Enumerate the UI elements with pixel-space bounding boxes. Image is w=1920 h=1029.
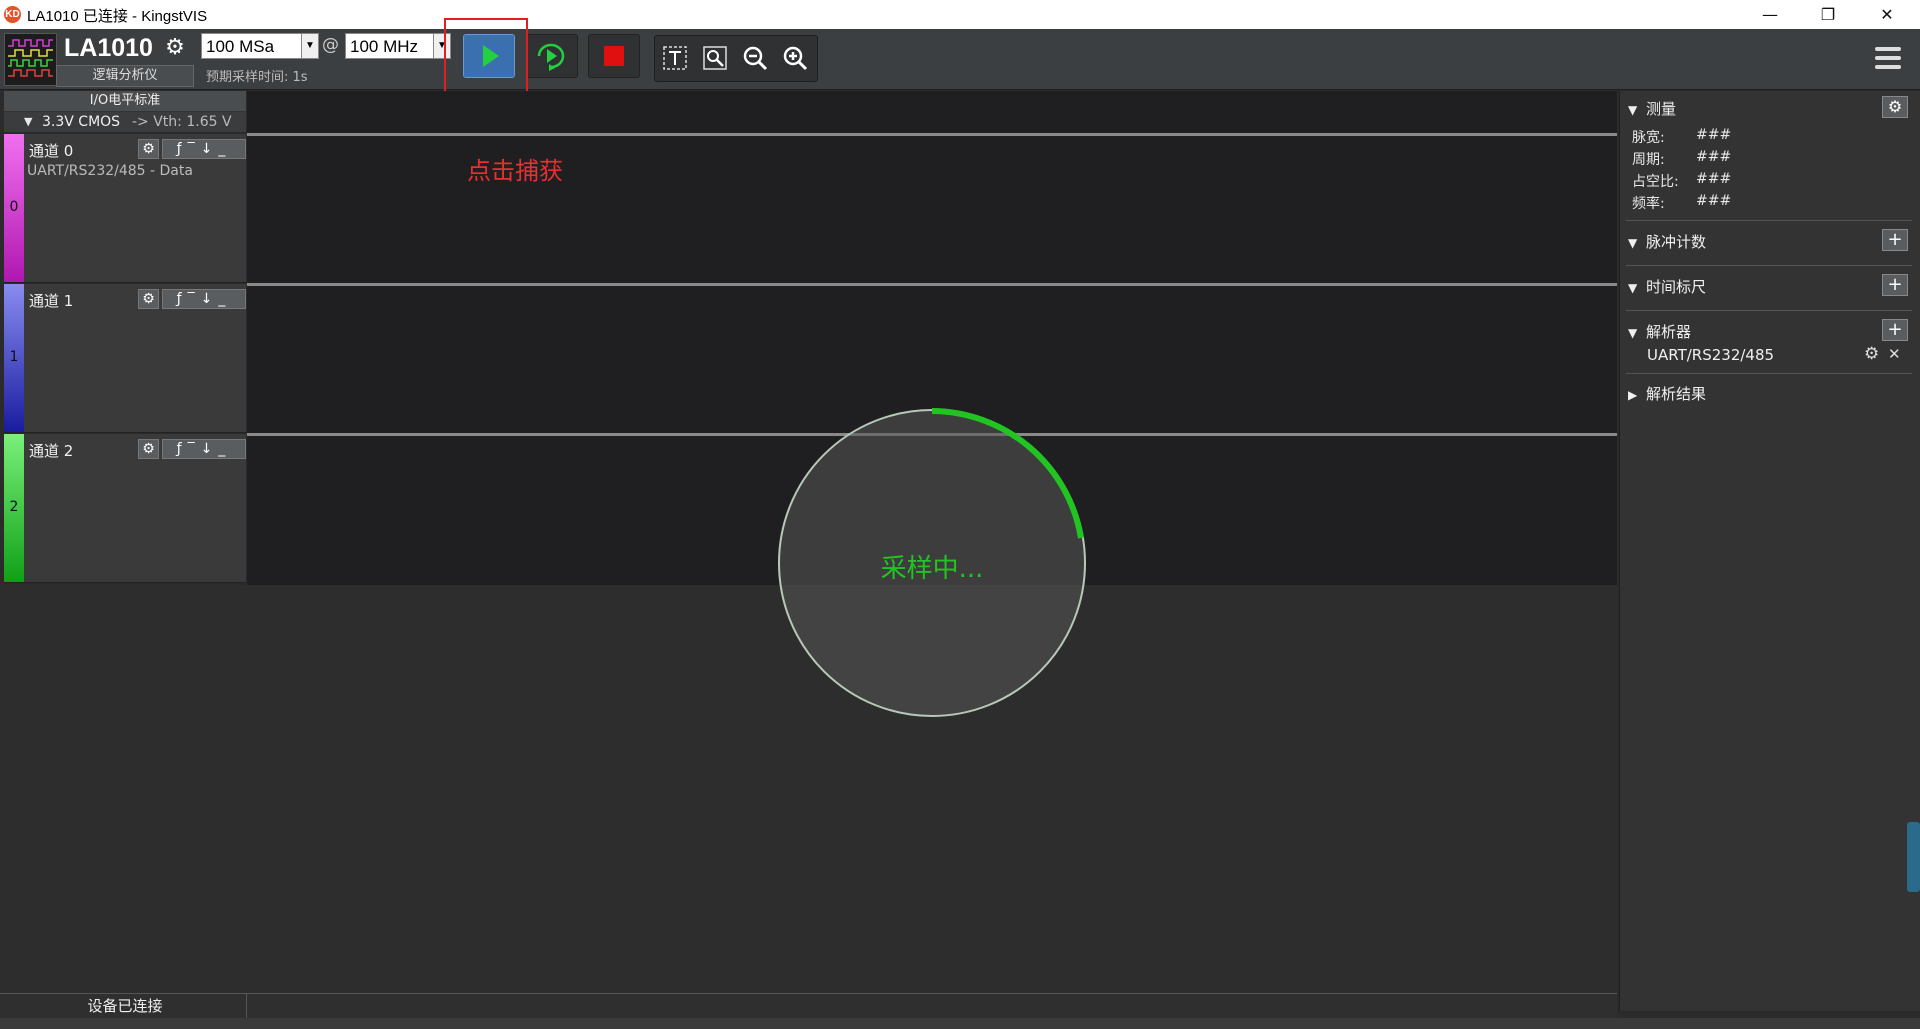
pulse-count-section-header[interactable]: ▼ 脉冲计数 bbox=[1628, 231, 1706, 252]
io-level-header: I/O电平标准 bbox=[4, 91, 246, 112]
measure-label: 周期: bbox=[1632, 152, 1665, 168]
time-ruler-section-header[interactable]: ▼ 时间标尺 bbox=[1628, 276, 1706, 297]
zoom-out-button[interactable] bbox=[735, 36, 775, 81]
io-level-selector[interactable]: ▼ 3.3V CMOS -> Vth: 1.65 V bbox=[4, 112, 246, 132]
zoom-area-button[interactable] bbox=[695, 36, 735, 81]
channel-name[interactable]: 通道 0 bbox=[29, 140, 73, 161]
io-level-value: 3.3V CMOS bbox=[42, 114, 121, 130]
hamburger-menu-icon[interactable] bbox=[1875, 45, 1901, 71]
repeat-capture-button[interactable] bbox=[526, 34, 578, 78]
measure-value: ### bbox=[1696, 149, 1732, 165]
device-name: LA1010 bbox=[64, 34, 153, 62]
loop-play-icon bbox=[537, 43, 565, 71]
channel-row-0[interactable]: 0 通道 0 ⚙ ƒ‾↓_ UART/RS232/485 - Data bbox=[4, 134, 246, 283]
chevron-down-icon[interactable]: ▼ bbox=[24, 112, 32, 132]
expand-arrow-icon[interactable]: ▼ bbox=[1628, 281, 1637, 295]
measure-label: 频率: bbox=[1632, 196, 1665, 212]
add-pulse-count-button[interactable]: + bbox=[1882, 229, 1908, 251]
analyzer-settings-gear-icon[interactable]: ⚙ bbox=[1864, 344, 1879, 364]
device-settings-gear-icon[interactable]: ⚙ bbox=[160, 33, 190, 63]
measure-section-header[interactable]: ▼ 测量 bbox=[1628, 98, 1676, 119]
bottom-strip bbox=[0, 1018, 1920, 1029]
divider bbox=[1626, 220, 1912, 221]
channel-0-waveform[interactable] bbox=[247, 133, 1617, 136]
section-title: 测量 bbox=[1646, 100, 1677, 118]
io-vth-value: -> Vth: 1.65 V bbox=[132, 114, 232, 130]
measure-label: 占空比: bbox=[1632, 174, 1679, 190]
channel-decoder-label: UART/RS232/485 - Data bbox=[27, 163, 193, 179]
analyzer-item[interactable]: UART/RS232/485 bbox=[1647, 346, 1774, 364]
section-title: 时间标尺 bbox=[1646, 278, 1707, 296]
divider bbox=[1626, 265, 1912, 266]
view-tools-group bbox=[654, 35, 818, 82]
sample-rate-select[interactable]: 100 MSa ▼ bbox=[201, 33, 319, 59]
channel-trigger-buttons[interactable]: ƒ‾↓_ bbox=[162, 439, 246, 459]
channel-number: 0 bbox=[9, 199, 19, 215]
title-bar bbox=[0, 0, 1920, 29]
sample-freq-select[interactable]: 100 MHz ▼ bbox=[345, 33, 451, 59]
channel-settings-gear-icon[interactable]: ⚙ bbox=[138, 139, 159, 159]
measure-value: ### bbox=[1696, 171, 1732, 187]
sample-rate-value: 100 MSa bbox=[206, 37, 275, 56]
zoom-in-icon bbox=[783, 46, 808, 71]
minimize-button[interactable]: — bbox=[1747, 0, 1793, 29]
add-time-ruler-button[interactable]: + bbox=[1882, 274, 1908, 296]
decode-results-section-header[interactable]: ▶ 解析结果 bbox=[1628, 383, 1706, 404]
close-button[interactable]: ✕ bbox=[1864, 0, 1910, 29]
channel-name[interactable]: 通道 1 bbox=[29, 290, 73, 311]
logic-analyzer-icon bbox=[4, 33, 57, 86]
chevron-down-icon[interactable]: ▼ bbox=[301, 34, 318, 58]
channel-number: 2 bbox=[9, 499, 19, 515]
collapsed-arrow-icon[interactable]: ▶ bbox=[1628, 388, 1637, 402]
divider bbox=[1626, 310, 1912, 311]
channel-settings-gear-icon[interactable]: ⚙ bbox=[138, 289, 159, 309]
section-title: 解析结果 bbox=[1646, 385, 1707, 403]
at-sign: @ bbox=[322, 35, 339, 55]
channel-row-1[interactable]: 1 通道 1 ⚙ ƒ‾↓_ bbox=[4, 284, 246, 433]
expand-arrow-icon[interactable]: ▼ bbox=[1628, 326, 1637, 340]
channel-name[interactable]: 通道 2 bbox=[29, 440, 73, 461]
stop-capture-button[interactable] bbox=[588, 34, 640, 78]
device-status-text: 设备已连接 bbox=[4, 993, 247, 1018]
text-tool-button[interactable] bbox=[655, 36, 695, 81]
measure-value: ### bbox=[1696, 127, 1732, 143]
channel-1-waveform[interactable] bbox=[247, 283, 1617, 286]
channel-trigger-buttons[interactable]: ƒ‾↓_ bbox=[162, 139, 246, 159]
window-title: LA1010 已连接 - KingstVIS bbox=[27, 8, 208, 25]
sampling-status-text: 采样中... bbox=[880, 554, 984, 584]
measure-value: ### bbox=[1696, 193, 1732, 209]
side-scroll-handle[interactable] bbox=[1907, 822, 1920, 892]
section-title: 解析器 bbox=[1646, 323, 1692, 341]
expand-arrow-icon[interactable]: ▼ bbox=[1628, 103, 1637, 117]
zoom-in-button[interactable] bbox=[775, 36, 815, 81]
channel-number: 1 bbox=[9, 349, 19, 365]
channel-settings-gear-icon[interactable]: ⚙ bbox=[138, 439, 159, 459]
sample-freq-value: 100 MHz bbox=[350, 37, 419, 56]
expand-arrow-icon[interactable]: ▼ bbox=[1628, 236, 1637, 250]
device-subtitle: 逻辑分析仪 bbox=[56, 65, 194, 87]
analyzer-section-header[interactable]: ▼ 解析器 bbox=[1628, 321, 1691, 342]
restore-button[interactable]: ❐ bbox=[1805, 0, 1851, 29]
measure-settings-gear-icon[interactable]: ⚙ bbox=[1882, 96, 1908, 118]
measure-label: 脉宽: bbox=[1632, 130, 1665, 146]
app-logo-icon: KD bbox=[4, 6, 21, 23]
divider bbox=[1626, 373, 1912, 374]
text-tool-icon bbox=[663, 46, 687, 70]
expected-sample-time: 预期采样时间: 1s bbox=[206, 70, 308, 85]
add-analyzer-button[interactable]: + bbox=[1882, 319, 1908, 341]
zoom-out-icon bbox=[743, 46, 768, 71]
channel-row-2[interactable]: 2 通道 2 ⚙ ƒ‾↓_ bbox=[4, 434, 246, 583]
capture-hint-note: 点击捕获 bbox=[467, 157, 563, 185]
stop-icon bbox=[604, 46, 624, 66]
remove-analyzer-close-icon[interactable]: ✕ bbox=[1888, 345, 1901, 363]
channel-trigger-buttons[interactable]: ƒ‾↓_ bbox=[162, 289, 246, 309]
right-panel bbox=[1619, 91, 1920, 1011]
section-title: 脉冲计数 bbox=[1646, 233, 1707, 251]
zoom-area-icon bbox=[703, 46, 727, 70]
